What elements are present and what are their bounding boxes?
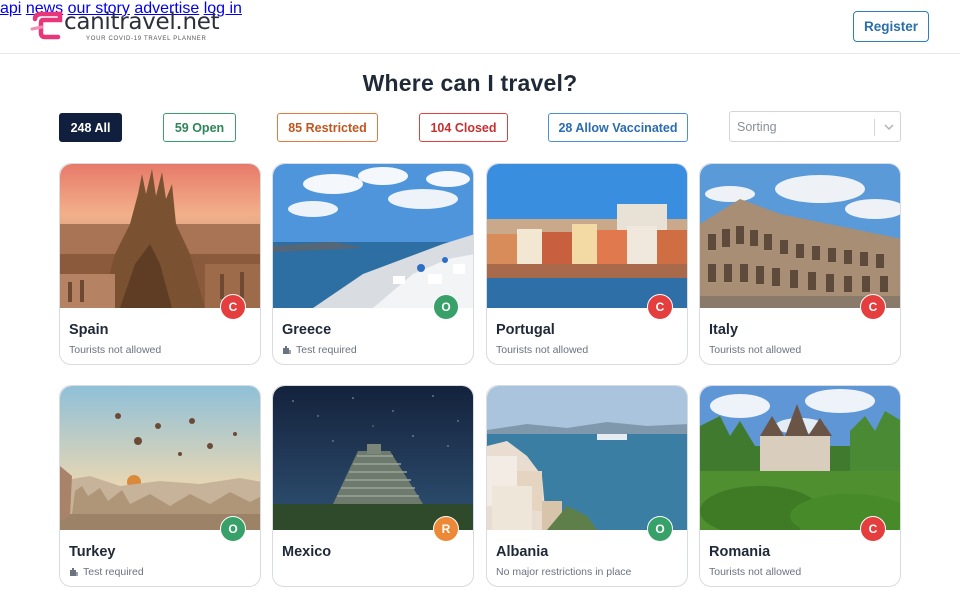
country-note: Tourists not allowed [496,344,588,356]
albania-photo [487,386,687,530]
country-note: No major restrictions in place [496,566,631,578]
filter-restricted-button[interactable]: 85 Restricted [277,113,378,142]
country-note-text: Tourists not allowed [69,344,162,356]
filter-all-button[interactable]: 248 All [59,113,122,142]
country-note-text: Test required [83,566,144,578]
filter-open-button[interactable]: 59 Open [163,113,236,142]
country-card-albania[interactable]: O Albania No major restrictions in place [486,385,688,587]
country-name: Spain [69,322,109,338]
country-name: Romania [709,544,771,560]
country-name: Albania [496,544,549,560]
nav-api[interactable]: api [0,0,21,17]
status-badge: C [860,516,886,542]
sorting-placeholder: Sorting [737,120,777,134]
country-card-mexico[interactable]: R Mexico [272,385,474,587]
country-card-spain[interactable]: C Spain Tourists not allowed [59,163,261,365]
country-name: Turkey [69,544,116,560]
logo-name: canitravel.net [64,9,220,35]
filter-closed-button[interactable]: 104 Closed [419,113,508,142]
site-logo[interactable]: canitravel.net YOUR COVID-19 TRAVEL PLAN… [30,9,220,45]
country-card-turkey[interactable]: O Turkey Test required [59,385,261,587]
site-header: canitravel.net YOUR COVID-19 TRAVEL PLAN… [0,0,960,54]
country-note: Tourists not allowed [69,344,161,356]
spain-photo [60,164,260,308]
chevron-down-icon[interactable] [882,120,896,134]
logo-mark-icon [30,11,64,41]
greece-photo [273,164,473,308]
page-title: Where can I travel? [362,70,578,96]
country-note-text: Tourists not allowed [709,344,802,356]
country-card-portugal[interactable]: C Portugal Tourists not allowed [486,163,688,365]
sorting-separator [874,119,875,136]
status-badge: O [647,516,673,542]
filter-vaccinated-button[interactable]: 28 Allow Vaccinated [548,113,688,142]
romania-photo [700,386,900,530]
status-badge: C [220,294,246,320]
status-badge: O [433,294,459,320]
country-name: Italy [709,322,739,338]
country-name: Portugal [496,322,555,338]
country-card-greece[interactable]: O Greece Test required [272,163,474,365]
status-badge: C [647,294,673,320]
country-name: Greece [282,322,332,338]
logo-tagline: YOUR COVID-19 TRAVEL PLANNER [86,36,207,42]
country-note: Tourists not allowed [709,566,801,578]
status-badge: C [860,294,886,320]
country-note: Tourists not allowed [709,344,801,356]
country-note: Test required [282,344,357,356]
mexico-photo [273,386,473,530]
country-note-text: Test required [296,344,357,356]
portugal-photo [487,164,687,308]
country-card-italy[interactable]: C Italy Tourists not allowed [699,163,901,365]
test-icon [69,567,79,577]
country-name: Mexico [282,544,332,560]
sorting-select[interactable]: Sorting [729,111,901,142]
country-note-text: Tourists not allowed [496,344,589,356]
status-badge: R [433,516,459,542]
country-note: Test required [69,566,144,578]
test-icon [282,345,292,355]
status-badge: O [220,516,246,542]
country-note-text: Tourists not allowed [709,566,802,578]
italy-photo [700,164,900,308]
country-note-text: No major restrictions in place [496,566,632,578]
register-button[interactable]: Register [853,11,929,42]
turkey-photo [60,386,260,530]
country-card-romania[interactable]: C Romania Tourists not allowed [699,385,901,587]
